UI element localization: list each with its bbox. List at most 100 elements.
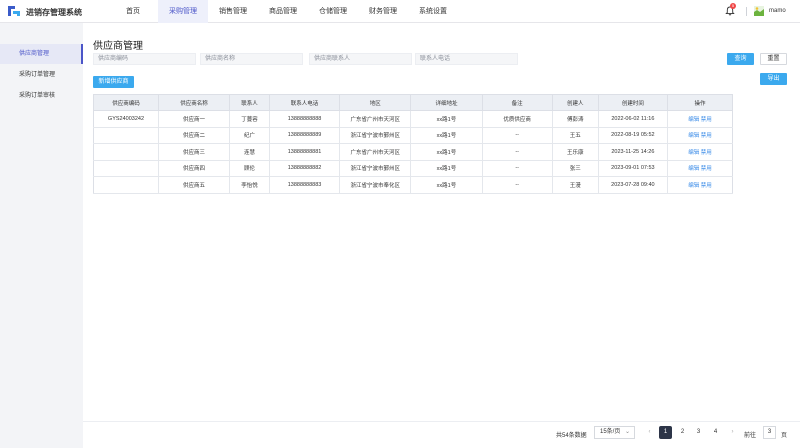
contact-phone-input[interactable]: 联系人电话 xyxy=(415,53,518,65)
edit-link[interactable]: 编辑 xyxy=(688,133,699,139)
logo-icon xyxy=(8,6,20,16)
table-cell: -- xyxy=(482,176,553,194)
page-size-select[interactable]: 15条/页 ⌄ xyxy=(594,426,635,439)
table-cell: 浙江省宁波市奉化区 xyxy=(339,176,412,194)
nav-item-6[interactable]: 系统设置 xyxy=(408,0,458,23)
column-header: 创建人 xyxy=(552,94,599,111)
supplier-contact-input[interactable]: 供应商联系人 xyxy=(309,53,412,65)
top-bar: 进销存管理系统 首页 采购管理 销售管理 商品管理 仓储管理 财务管理 系统设置 5 mam… xyxy=(0,0,800,23)
table-cell: 纪广 xyxy=(229,127,270,144)
column-header: 供应商名称 xyxy=(158,94,231,111)
table-cell: 张三 xyxy=(552,160,599,177)
disable-link[interactable]: 禁用 xyxy=(701,183,712,189)
nav-item-4[interactable]: 仓储管理 xyxy=(308,0,358,23)
supplier-name-input[interactable]: 供应商名称 xyxy=(200,53,303,65)
nav-item-3[interactable]: 商品管理 xyxy=(258,0,308,23)
table-row: 供应商四 顾伦 13888888882 浙江省宁波市鄞州区 xx路1号 -- 张三 2023-… xyxy=(93,160,733,177)
disable-link[interactable]: 禁用 xyxy=(701,133,712,139)
chevron-down-icon: ⌄ xyxy=(624,429,630,435)
supplier-code-input[interactable]: 供应商编码 xyxy=(93,53,196,65)
table-cell: 13888888889 xyxy=(269,127,341,144)
disable-link[interactable]: 禁用 xyxy=(701,117,712,123)
edit-link[interactable]: 编辑 xyxy=(688,183,699,189)
main-content: 供应商管理 供应商编码 供应商名称 供应商联系人 联系人电话 查询 重置 新增供… xyxy=(83,23,800,448)
table-cell: 13888888882 xyxy=(269,160,341,177)
table-cell: 2023-07-28 09:40 xyxy=(598,176,668,194)
table-cell: 王乐康 xyxy=(552,143,599,161)
prev-page-button[interactable]: ‹ xyxy=(643,426,656,439)
table-header: 供应商编码 供应商名称 联系人 联系人电话 地区 详细地址 备注 创建人 创建时间 操作 xyxy=(93,94,733,111)
table-cell[interactable] xyxy=(93,143,159,161)
sidebar: 供应商管理 采购订单管理 采购订单审核 xyxy=(0,23,83,448)
table-row: 供应商三 连慧 13888888881 广东省广州市天河区 xx路1号 -- 王乐康 2023… xyxy=(93,143,733,161)
edit-link[interactable]: 编辑 xyxy=(688,117,699,123)
avatar[interactable] xyxy=(754,6,764,16)
table-cell[interactable]: 供应商五 xyxy=(158,176,231,194)
table-row: 供应商二 纪广 13888888889 浙江省宁波市鄞州区 xx路1号 -- 王五 2022-… xyxy=(93,127,733,144)
table-cell: 优质供应商 xyxy=(482,110,553,128)
goto-page-input[interactable]: 3 xyxy=(763,426,776,439)
page-number-button[interactable]: 1 xyxy=(659,426,672,439)
table-cell[interactable] xyxy=(93,176,159,194)
header-divider xyxy=(746,7,747,16)
edit-link[interactable]: 编辑 xyxy=(688,150,699,156)
table-cell[interactable]: 供应商四 xyxy=(158,160,231,177)
page-number-button[interactable]: 3 xyxy=(692,426,705,439)
table-cell[interactable] xyxy=(93,127,159,144)
add-supplier-button[interactable]: 新增供应商 xyxy=(93,76,134,88)
reset-button[interactable]: 重置 xyxy=(760,53,787,65)
table-cell: xx路1号 xyxy=(410,176,483,194)
page-number-button[interactable]: 4 xyxy=(709,426,722,439)
table-cell: 李怡悦 xyxy=(229,176,270,194)
table-cell: -- xyxy=(482,127,553,144)
column-header: 供应商编码 xyxy=(93,94,159,111)
table-cell: 2022-06-02 11:16 xyxy=(598,110,668,128)
table-cell: -- xyxy=(482,160,553,177)
footer-divider xyxy=(83,421,800,422)
table-cell: 13888888883 xyxy=(269,176,341,194)
table-cell[interactable] xyxy=(93,160,159,177)
supplier-table: 供应商编码 供应商名称 联系人 联系人电话 地区 详细地址 备注 创建人 创建时间 操作 GYS2… xyxy=(93,94,733,194)
table-cell[interactable]: 供应商一 xyxy=(158,110,231,128)
table-cell: 丁蔓容 xyxy=(229,110,270,128)
table-cell[interactable]: 供应商三 xyxy=(158,143,231,161)
search-button[interactable]: 查询 xyxy=(727,53,754,65)
next-page-button[interactable]: › xyxy=(726,426,739,439)
table-cell: -- xyxy=(482,143,553,161)
sidebar-item-purchase-order[interactable]: 采购订单管理 xyxy=(0,65,83,85)
nav-item-0[interactable]: 首页 xyxy=(108,0,158,23)
table-cell: 傅彭涛 xyxy=(552,110,599,128)
page-number-button[interactable]: 2 xyxy=(676,426,689,439)
page-unit-label: 页 xyxy=(781,433,788,439)
column-header: 创建时间 xyxy=(598,94,668,111)
nav-item-5[interactable]: 财务管理 xyxy=(358,0,408,23)
username[interactable]: mamo xyxy=(769,8,786,14)
nav-item-1[interactable]: 采购管理 xyxy=(158,0,208,23)
disable-link[interactable]: 禁用 xyxy=(701,150,712,156)
table-cell: 浙江省宁波市鄞州区 xyxy=(339,160,412,177)
actions-cell: 编辑 禁用 xyxy=(667,143,733,161)
sidebar-item-purchase-review[interactable]: 采购订单审核 xyxy=(0,86,83,106)
table-cell: 2022-08-19 05:52 xyxy=(598,127,668,144)
disable-link[interactable]: 禁用 xyxy=(701,166,712,172)
actions-cell: 编辑 禁用 xyxy=(667,127,733,144)
sidebar-item-supplier[interactable]: 供应商管理 xyxy=(0,44,83,64)
actions-cell: 编辑 禁用 xyxy=(667,110,733,128)
actions-cell: 编辑 禁用 xyxy=(667,160,733,177)
column-header: 联系人 xyxy=(229,94,270,111)
table-row: GYS24003242 供应商一 丁蔓容 13888888888 广东省广州市天河区 xx… xyxy=(93,110,733,128)
table-cell: 王五 xyxy=(552,127,599,144)
table-cell: 2023-11-25 14:26 xyxy=(598,143,668,161)
export-button[interactable]: 导出 xyxy=(760,73,787,85)
table-cell[interactable]: 供应商二 xyxy=(158,127,231,144)
table-cell: 顾伦 xyxy=(229,160,270,177)
edit-link[interactable]: 编辑 xyxy=(688,166,699,172)
table-cell: 广东省广州市天河区 xyxy=(339,110,412,128)
table-cell: xx路1号 xyxy=(410,160,483,177)
goto-label: 前往 xyxy=(744,433,757,439)
table-cell[interactable]: GYS24003242 xyxy=(93,110,159,128)
table-cell: 广东省广州市天河区 xyxy=(339,143,412,161)
column-header: 地区 xyxy=(339,94,412,111)
nav-item-2[interactable]: 销售管理 xyxy=(208,0,258,23)
page-title: 供应商管理 xyxy=(93,41,143,52)
